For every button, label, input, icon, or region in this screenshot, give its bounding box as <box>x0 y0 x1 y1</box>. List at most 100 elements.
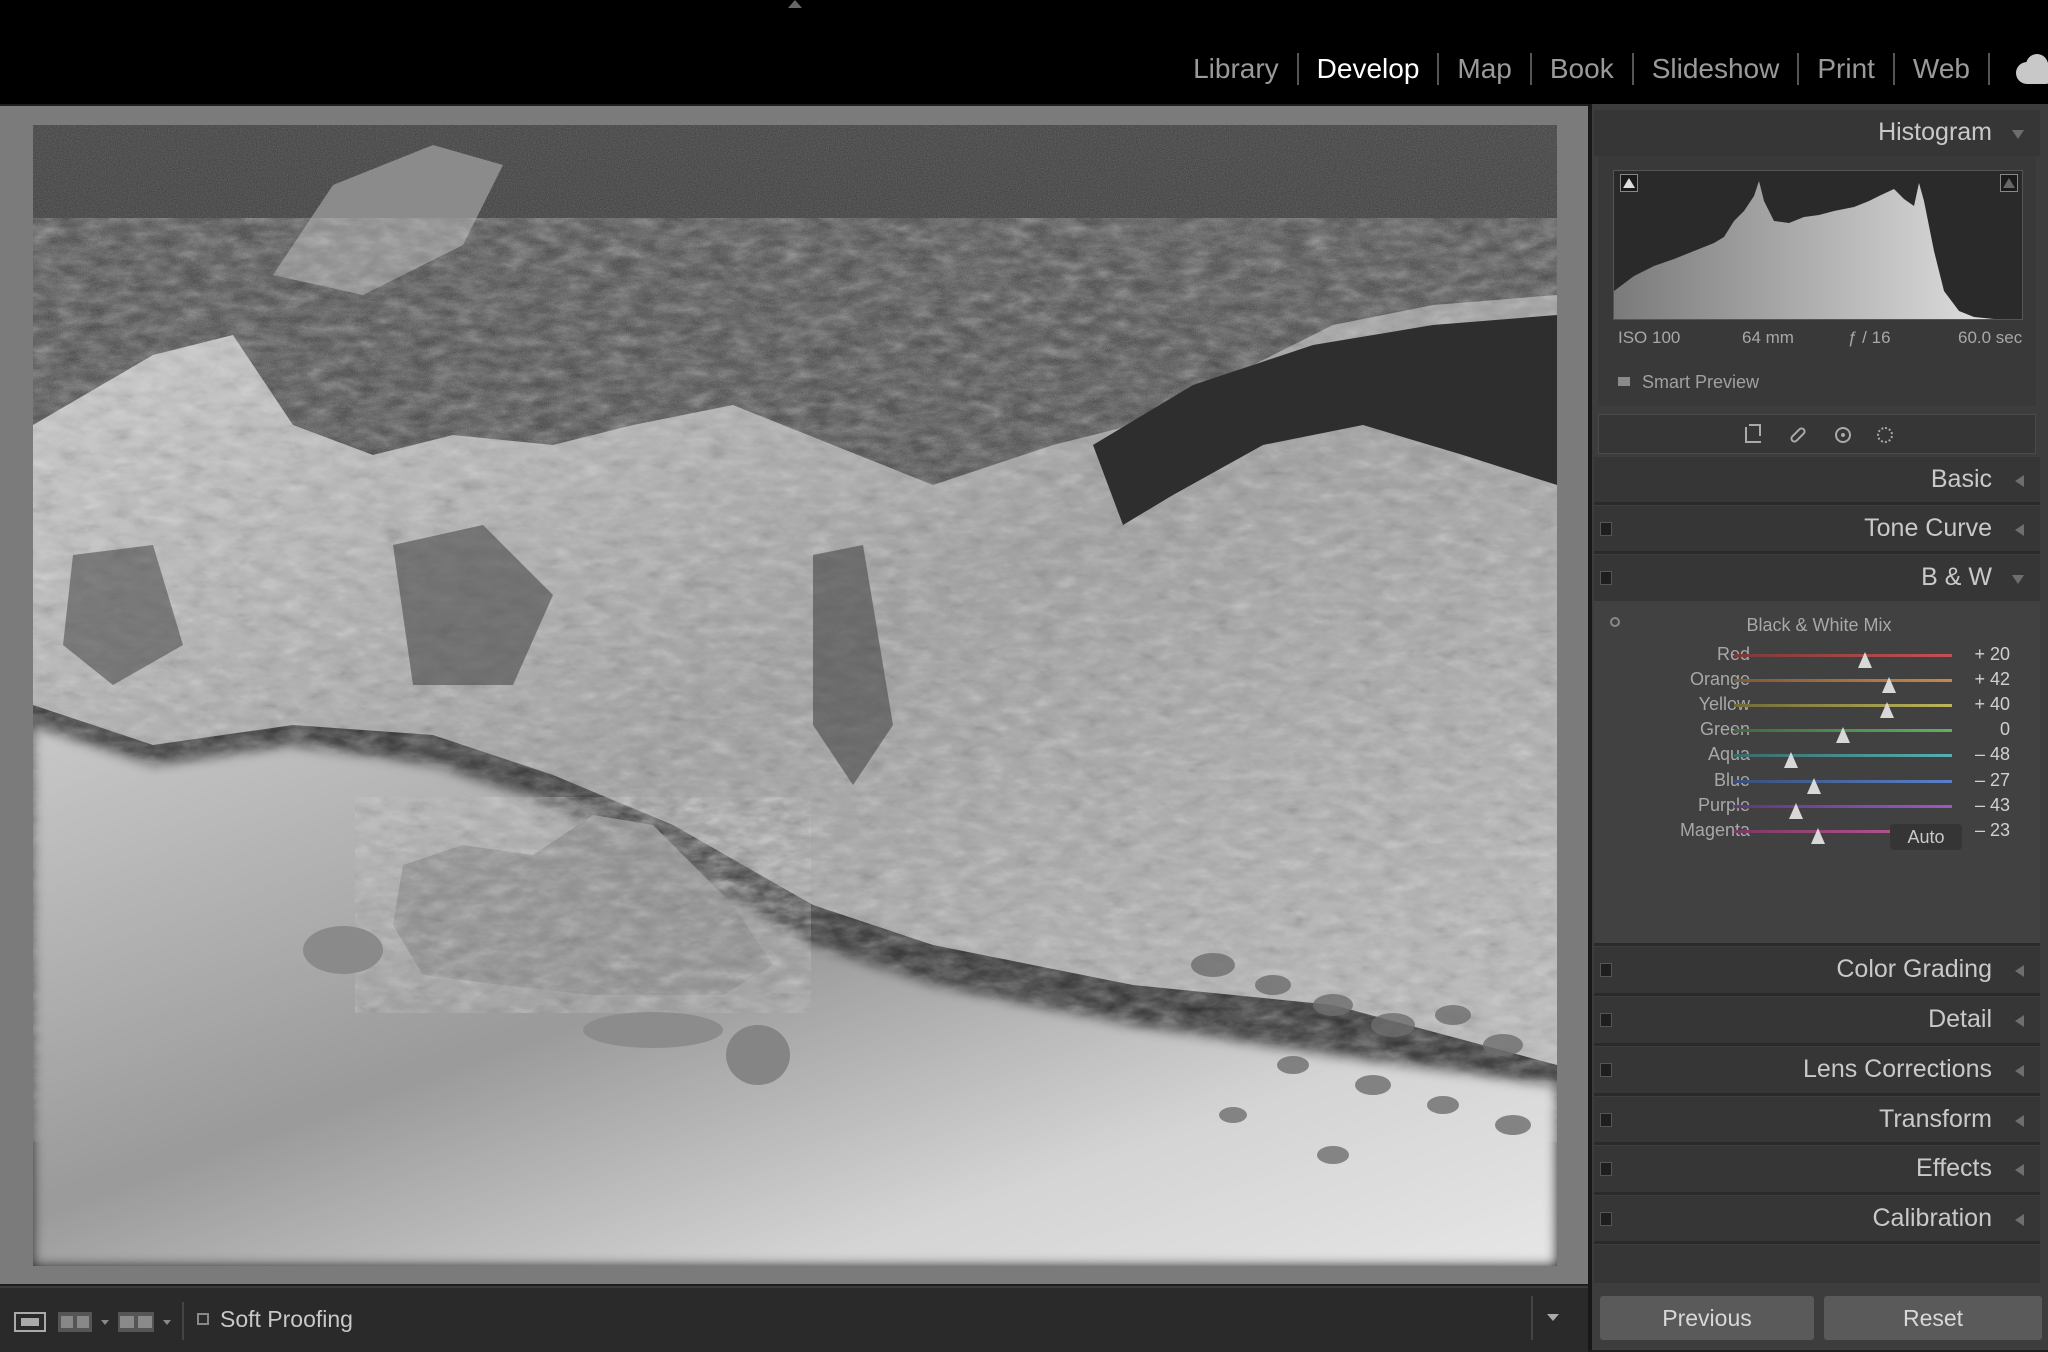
panel-divider <box>1594 1241 2040 1244</box>
panel-toggle-switch-icon[interactable] <box>1600 963 1612 977</box>
bw-slider-thumb[interactable] <box>1836 727 1850 744</box>
bw-panel-header[interactable]: B & W <box>1594 555 2040 601</box>
bw-slider-value[interactable]: + 40 <box>1974 694 2010 715</box>
healing-brush-icon[interactable] <box>1788 425 1808 445</box>
loupe-view-icon[interactable] <box>14 1312 46 1332</box>
histogram-panel-header[interactable]: Histogram <box>1594 110 2040 156</box>
calibration-panel-header[interactable]: Calibration <box>1594 1196 2040 1242</box>
bw-slider-blue: Blue – 27 <box>1594 768 2040 796</box>
bw-slider-track[interactable] <box>1734 727 1952 744</box>
smart-preview-icon[interactable] <box>1618 377 1630 386</box>
bw-slider-track[interactable] <box>1734 777 1952 794</box>
bw-slider-green: Green 0 <box>1594 717 2040 745</box>
bw-slider-value[interactable]: – 48 <box>1975 744 2010 765</box>
bw-slider-thumb[interactable] <box>1789 802 1804 819</box>
bw-slider-value[interactable]: + 42 <box>1974 669 2010 690</box>
panel-divider <box>1594 1192 2040 1195</box>
tone-curve-panel-header[interactable]: Tone Curve <box>1594 506 2040 552</box>
panel-toggle-switch-icon[interactable] <box>1600 1063 1612 1077</box>
color-grading-panel-header[interactable]: Color Grading <box>1594 947 2040 993</box>
top-panel-toggle-icon[interactable] <box>788 0 802 8</box>
panel-divider <box>1594 993 2040 996</box>
previous-settings-button[interactable]: Previous <box>1600 1296 1814 1340</box>
bw-slider-value[interactable]: + 20 <box>1974 644 2010 665</box>
histogram-graph[interactable] <box>1613 170 2023 320</box>
panel-divider <box>1594 943 2040 946</box>
tone-curve-title: Tone Curve <box>1864 514 1992 542</box>
toolbar-menu-chevron-down-icon[interactable] <box>1547 1314 1559 1321</box>
split-caret-icon[interactable] <box>163 1320 171 1325</box>
panel-toggle-switch-icon[interactable] <box>1600 1113 1612 1127</box>
bw-slider-thumb[interactable] <box>1783 752 1798 769</box>
module-library[interactable]: Library <box>1175 52 1297 86</box>
module-slideshow[interactable]: Slideshow <box>1634 52 1798 86</box>
panel-toggle-switch-icon[interactable] <box>1600 1162 1612 1176</box>
bw-mix-title: Black & White Mix <box>1746 615 1892 635</box>
module-web[interactable]: Web <box>1895 52 1988 86</box>
lens-corrections-panel-header[interactable]: Lens Corrections <box>1594 1047 2040 1093</box>
expand-triangle-icon <box>2015 1214 2024 1226</box>
calibration-title: Calibration <box>1872 1204 1992 1232</box>
bw-slider-track[interactable] <box>1734 677 1952 694</box>
panel-divider <box>1594 1043 2040 1046</box>
transform-title: Transform <box>1879 1105 1992 1133</box>
module-picker: Library Develop Map Book Slideshow Print Web <box>1175 44 2048 94</box>
highlight-clipping-icon[interactable] <box>2000 174 2018 192</box>
module-print[interactable]: Print <box>1799 52 1893 86</box>
bw-slider-thumb[interactable] <box>1810 827 1825 844</box>
toolbar-divider <box>182 1302 184 1340</box>
bw-slider-thumb[interactable] <box>1881 677 1896 694</box>
color-grading-title: Color Grading <box>1836 955 1992 983</box>
bw-slider-orange: Orange + 42 <box>1594 667 2040 695</box>
panel-toggle-switch-icon[interactable] <box>1600 1013 1612 1027</box>
masking-icon[interactable] <box>1877 427 1893 443</box>
before-after-split-icon[interactable] <box>118 1312 154 1332</box>
bw-landscape-photo <box>33 125 1557 1266</box>
effects-title: Effects <box>1916 1154 1992 1182</box>
bw-slider-track[interactable] <box>1734 702 1952 719</box>
module-develop[interactable]: Develop <box>1299 52 1438 86</box>
panel-toggle-switch-icon[interactable] <box>1600 571 1612 585</box>
basic-title: Basic <box>1930 465 1992 493</box>
bw-slider-thumb[interactable] <box>1857 652 1872 668</box>
bw-slider-value[interactable]: – 23 <box>1975 820 2010 841</box>
before-after-caret-icon[interactable] <box>101 1320 109 1325</box>
crop-icon[interactable] <box>1745 424 1761 443</box>
bw-slider-value[interactable]: 0 <box>2000 719 2010 740</box>
bw-slider-yellow: Yellow + 40 <box>1594 692 2040 720</box>
soft-proofing-label[interactable]: Soft Proofing <box>220 1306 353 1333</box>
basic-panel-header[interactable]: Basic <box>1594 457 2040 503</box>
smart-preview-label[interactable]: Smart Preview <box>1642 372 1759 393</box>
bw-slider-magenta: Magenta – 23 <box>1594 818 2040 846</box>
panel-divider <box>1594 502 2040 505</box>
bw-slider-track[interactable] <box>1734 802 1952 819</box>
detail-panel-header[interactable]: Detail <box>1594 997 2040 1043</box>
bw-slider-red: Red+ 20 <box>1594 642 2040 670</box>
expand-triangle-icon <box>2015 1115 2024 1127</box>
photo-preview[interactable] <box>33 125 1557 1266</box>
bw-slider-track[interactable] <box>1734 652 1952 668</box>
bw-slider-thumb[interactable] <box>1806 777 1821 794</box>
histogram-title: Histogram <box>1878 118 1992 146</box>
panel-toggle-switch-icon[interactable] <box>1600 1212 1612 1226</box>
bw-slider-value[interactable]: – 43 <box>1975 795 2010 816</box>
reset-button[interactable]: Reset <box>1824 1296 2042 1340</box>
soft-proofing-checkbox[interactable] <box>197 1313 209 1325</box>
effects-panel-header[interactable]: Effects <box>1594 1146 2040 1192</box>
lens-corrections-title: Lens Corrections <box>1803 1055 1992 1083</box>
panel-toggle-switch-icon[interactable] <box>1600 522 1612 536</box>
bw-slider-purple: Purple – 43 <box>1594 793 2040 821</box>
bw-slider-value[interactable]: – 27 <box>1975 770 2010 791</box>
module-book[interactable]: Book <box>1532 52 1632 86</box>
exif-focal-length: 64 mm <box>1742 328 1794 347</box>
bw-slider-track[interactable] <box>1734 752 1952 769</box>
shadow-clipping-icon[interactable] <box>1620 174 1638 192</box>
before-after-view-icon[interactable] <box>58 1312 92 1332</box>
cloud-sync-icon[interactable] <box>2004 52 2048 86</box>
auto-button[interactable]: Auto <box>1890 824 1962 850</box>
tool-strip <box>1598 414 2036 454</box>
bw-slider-thumb[interactable] <box>1879 702 1894 719</box>
transform-panel-header[interactable]: Transform <box>1594 1097 2040 1143</box>
red-eye-icon[interactable] <box>1835 427 1851 443</box>
module-map[interactable]: Map <box>1439 52 1529 86</box>
